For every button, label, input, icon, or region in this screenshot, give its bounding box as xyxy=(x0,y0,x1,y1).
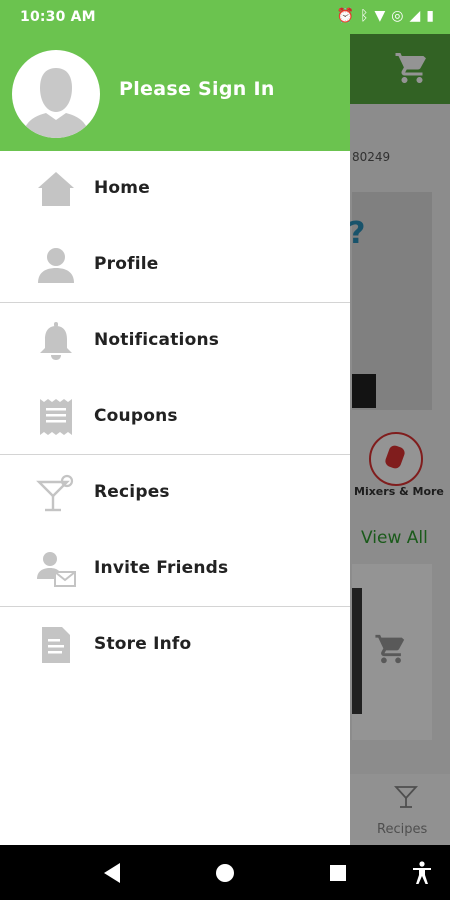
menu-item-label: Coupons xyxy=(94,405,178,426)
invite-friends-icon xyxy=(36,549,76,589)
cocktail-glass-icon xyxy=(36,473,76,513)
menu-item-invite-friends[interactable]: Invite Friends xyxy=(0,531,350,607)
status-bar: 10:30 AM ⏰ ᛒ ▼ ◎ ◢ ▮ xyxy=(0,0,450,34)
drawer-header: Please Sign In xyxy=(0,34,350,151)
wifi-icon: ▼ xyxy=(374,8,386,24)
menu-item-label: Invite Friends xyxy=(94,557,229,578)
menu-item-coupons[interactable]: Coupons xyxy=(0,379,350,455)
menu-item-notifications[interactable]: Notifications xyxy=(0,303,350,379)
status-icons: ⏰ ᛒ ▼ ◎ ◢ ▮ xyxy=(337,8,434,24)
avatar[interactable] xyxy=(12,50,100,138)
accessibility-icon xyxy=(413,861,431,884)
menu-item-store-info[interactable]: Store Info xyxy=(0,607,350,683)
home-circle-icon xyxy=(216,864,234,882)
status-time: 10:30 AM xyxy=(20,9,96,25)
menu-item-label: Recipes xyxy=(94,482,170,502)
recents-button[interactable] xyxy=(324,859,352,887)
back-triangle-icon xyxy=(104,863,120,883)
home-button[interactable] xyxy=(211,859,239,887)
cast-icon: ◎ xyxy=(391,8,404,24)
menu-item-label: Home xyxy=(94,178,150,198)
bluetooth-icon: ᛒ xyxy=(360,8,369,24)
sign-in-link[interactable]: Please Sign In xyxy=(119,78,275,100)
document-icon xyxy=(36,625,76,665)
default-avatar-icon xyxy=(22,68,90,138)
home-icon xyxy=(36,169,76,209)
drawer-menu: Home Profile Notifications Coupons Recip… xyxy=(0,151,350,683)
menu-item-recipes[interactable]: Recipes xyxy=(0,455,350,531)
menu-item-label: Store Info xyxy=(94,634,192,654)
menu-item-profile[interactable]: Profile xyxy=(0,227,350,303)
system-nav-bar xyxy=(0,845,450,900)
alarm-icon: ⏰ xyxy=(336,8,355,24)
navigation-drawer: Please Sign In Home Profile Notification… xyxy=(0,34,350,845)
back-button[interactable] xyxy=(98,859,126,887)
menu-item-label: Notifications xyxy=(94,330,220,350)
menu-item-label: Profile xyxy=(94,253,159,274)
menu-item-home[interactable]: Home xyxy=(0,151,350,227)
coupon-icon xyxy=(36,397,76,437)
battery-icon: ▮ xyxy=(426,8,434,24)
person-icon xyxy=(36,245,76,285)
bell-icon xyxy=(36,321,76,361)
recents-square-icon xyxy=(330,865,346,881)
signal-icon: ◢ xyxy=(409,8,421,24)
accessibility-button[interactable] xyxy=(408,859,436,887)
